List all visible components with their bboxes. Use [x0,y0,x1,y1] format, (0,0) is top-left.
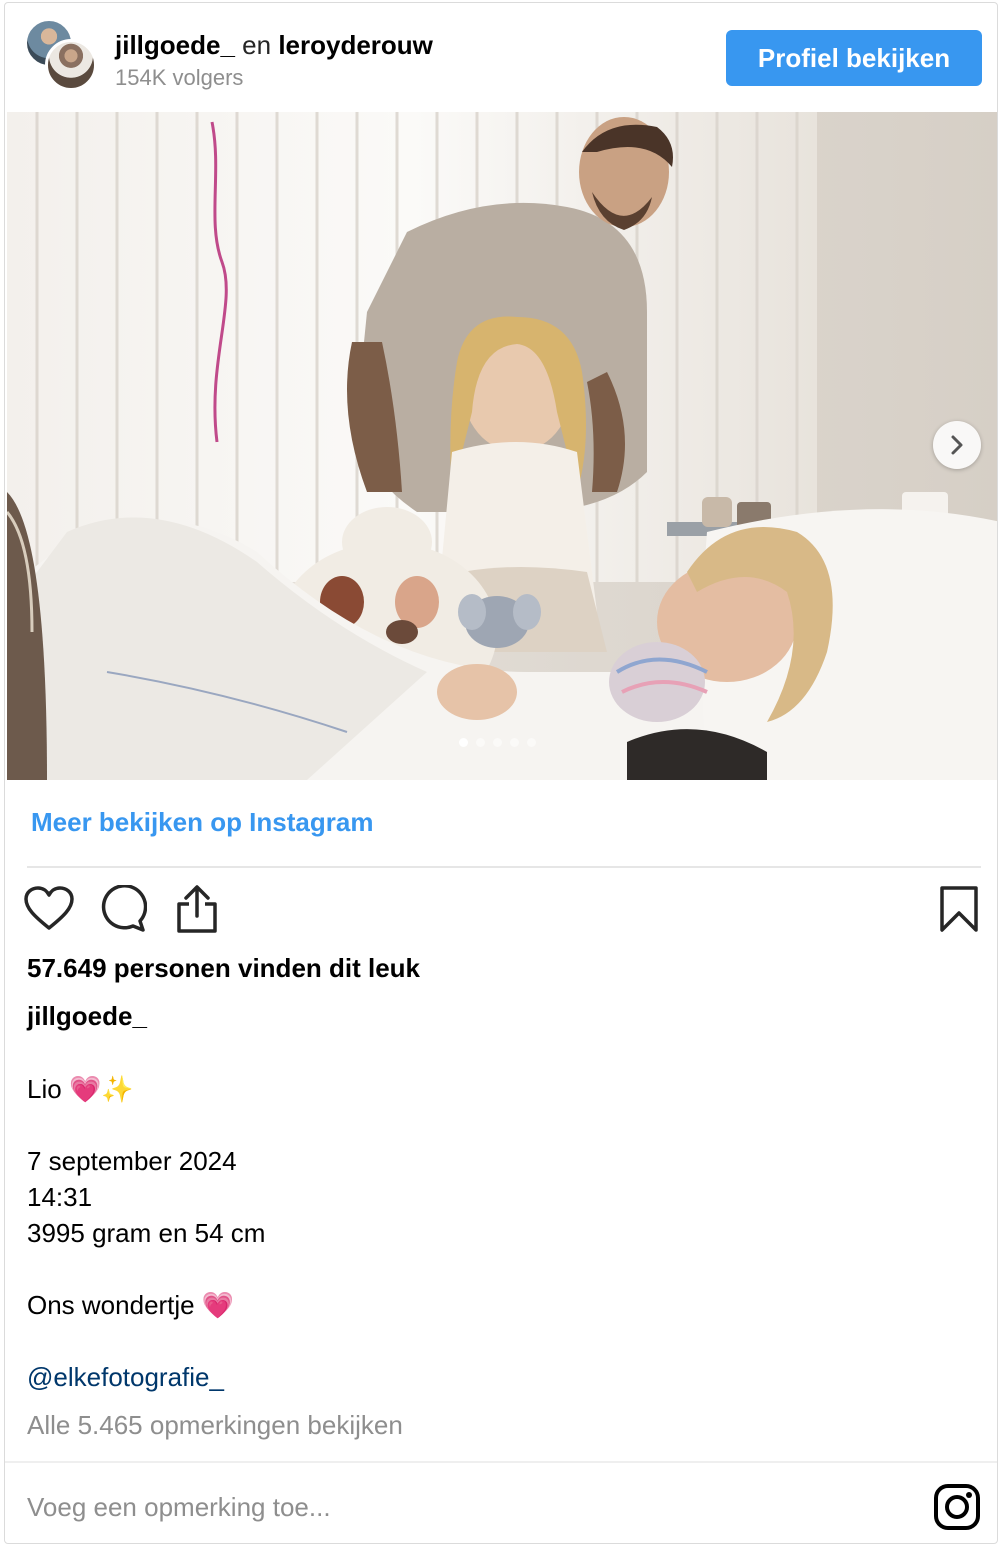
divider [5,1461,997,1463]
photographer-mention-link[interactable]: @elkefotografie_ [27,1359,224,1395]
add-comment-field[interactable]: Voeg een opmerking toe... [27,1489,331,1525]
chevron-right-icon [951,435,963,455]
comment-icon [101,885,147,932]
caption-closing-line: Ons wondertje 💗 [27,1287,265,1323]
caption-line-1: Lio 💗✨ [27,1071,265,1107]
view-more-on-instagram-link[interactable]: Meer bekijken op Instagram [31,807,373,838]
carousel-dot-3 [493,738,502,747]
carousel-dot-4 [510,738,519,747]
comment-button[interactable] [95,881,151,937]
share-button[interactable] [169,881,225,937]
instagram-logo-icon[interactable] [933,1483,981,1531]
carousel-dot-5 [527,738,536,747]
photo-illustration [7,112,997,780]
username-link-2[interactable]: leroyderouw [278,30,433,60]
caption-author[interactable]: jillgoede_ [27,999,147,1033]
carousel-next-button[interactable] [933,421,981,469]
caption-blank [27,1251,265,1287]
view-profile-button[interactable]: Profiel bekijken [726,30,982,86]
carousel-dot-2 [476,738,485,747]
account-names: jillgoede_ en leroyderouw [115,29,433,61]
view-all-comments-link[interactable]: Alle 5.465 opmerkingen bekijken [27,1407,403,1443]
divider [27,866,981,868]
post-photo[interactable] [7,112,997,780]
heart-emoji: 💗 [201,1290,235,1320]
like-count[interactable]: 57.649 personen vinden dit leuk [27,951,420,985]
carousel-dot-1 [459,738,468,747]
post-header: jillgoede_ en leroyderouw 154K volgers P… [5,3,997,111]
caption-name: Lio [27,1074,62,1104]
header-text: jillgoede_ en leroyderouw 154K volgers [115,29,433,93]
caption-date: 7 september 2024 [27,1146,237,1176]
like-button[interactable] [21,881,77,937]
caption-time: 14:31 [27,1182,93,1212]
names-conjunction: en [242,30,272,60]
instagram-icon [934,1484,980,1530]
bookmark-icon [940,886,978,932]
action-bar [24,881,983,941]
heart-icon [24,886,74,930]
sparkles-emoji: ✨ [101,1074,134,1104]
post-caption: Lio 💗✨ 7 september 2024 14:31 3995 gram … [27,1071,265,1323]
username-link-1[interactable]: jillgoede_ [115,30,235,60]
caption-blank [27,1107,265,1143]
follower-count: 154K volgers [115,65,244,90]
save-button[interactable] [931,881,987,937]
share-icon [177,885,217,933]
caption-weight: 3995 gram en 54 cm [27,1218,266,1248]
carousel-indicator [459,738,536,747]
avatar-group[interactable] [25,19,101,95]
instagram-embed-card: jillgoede_ en leroyderouw 154K volgers P… [4,2,998,1544]
heart-emoji: 💗 [68,1074,102,1104]
avatar-leroyderouw[interactable] [45,39,97,91]
caption-closing: Ons wondertje [27,1290,195,1320]
